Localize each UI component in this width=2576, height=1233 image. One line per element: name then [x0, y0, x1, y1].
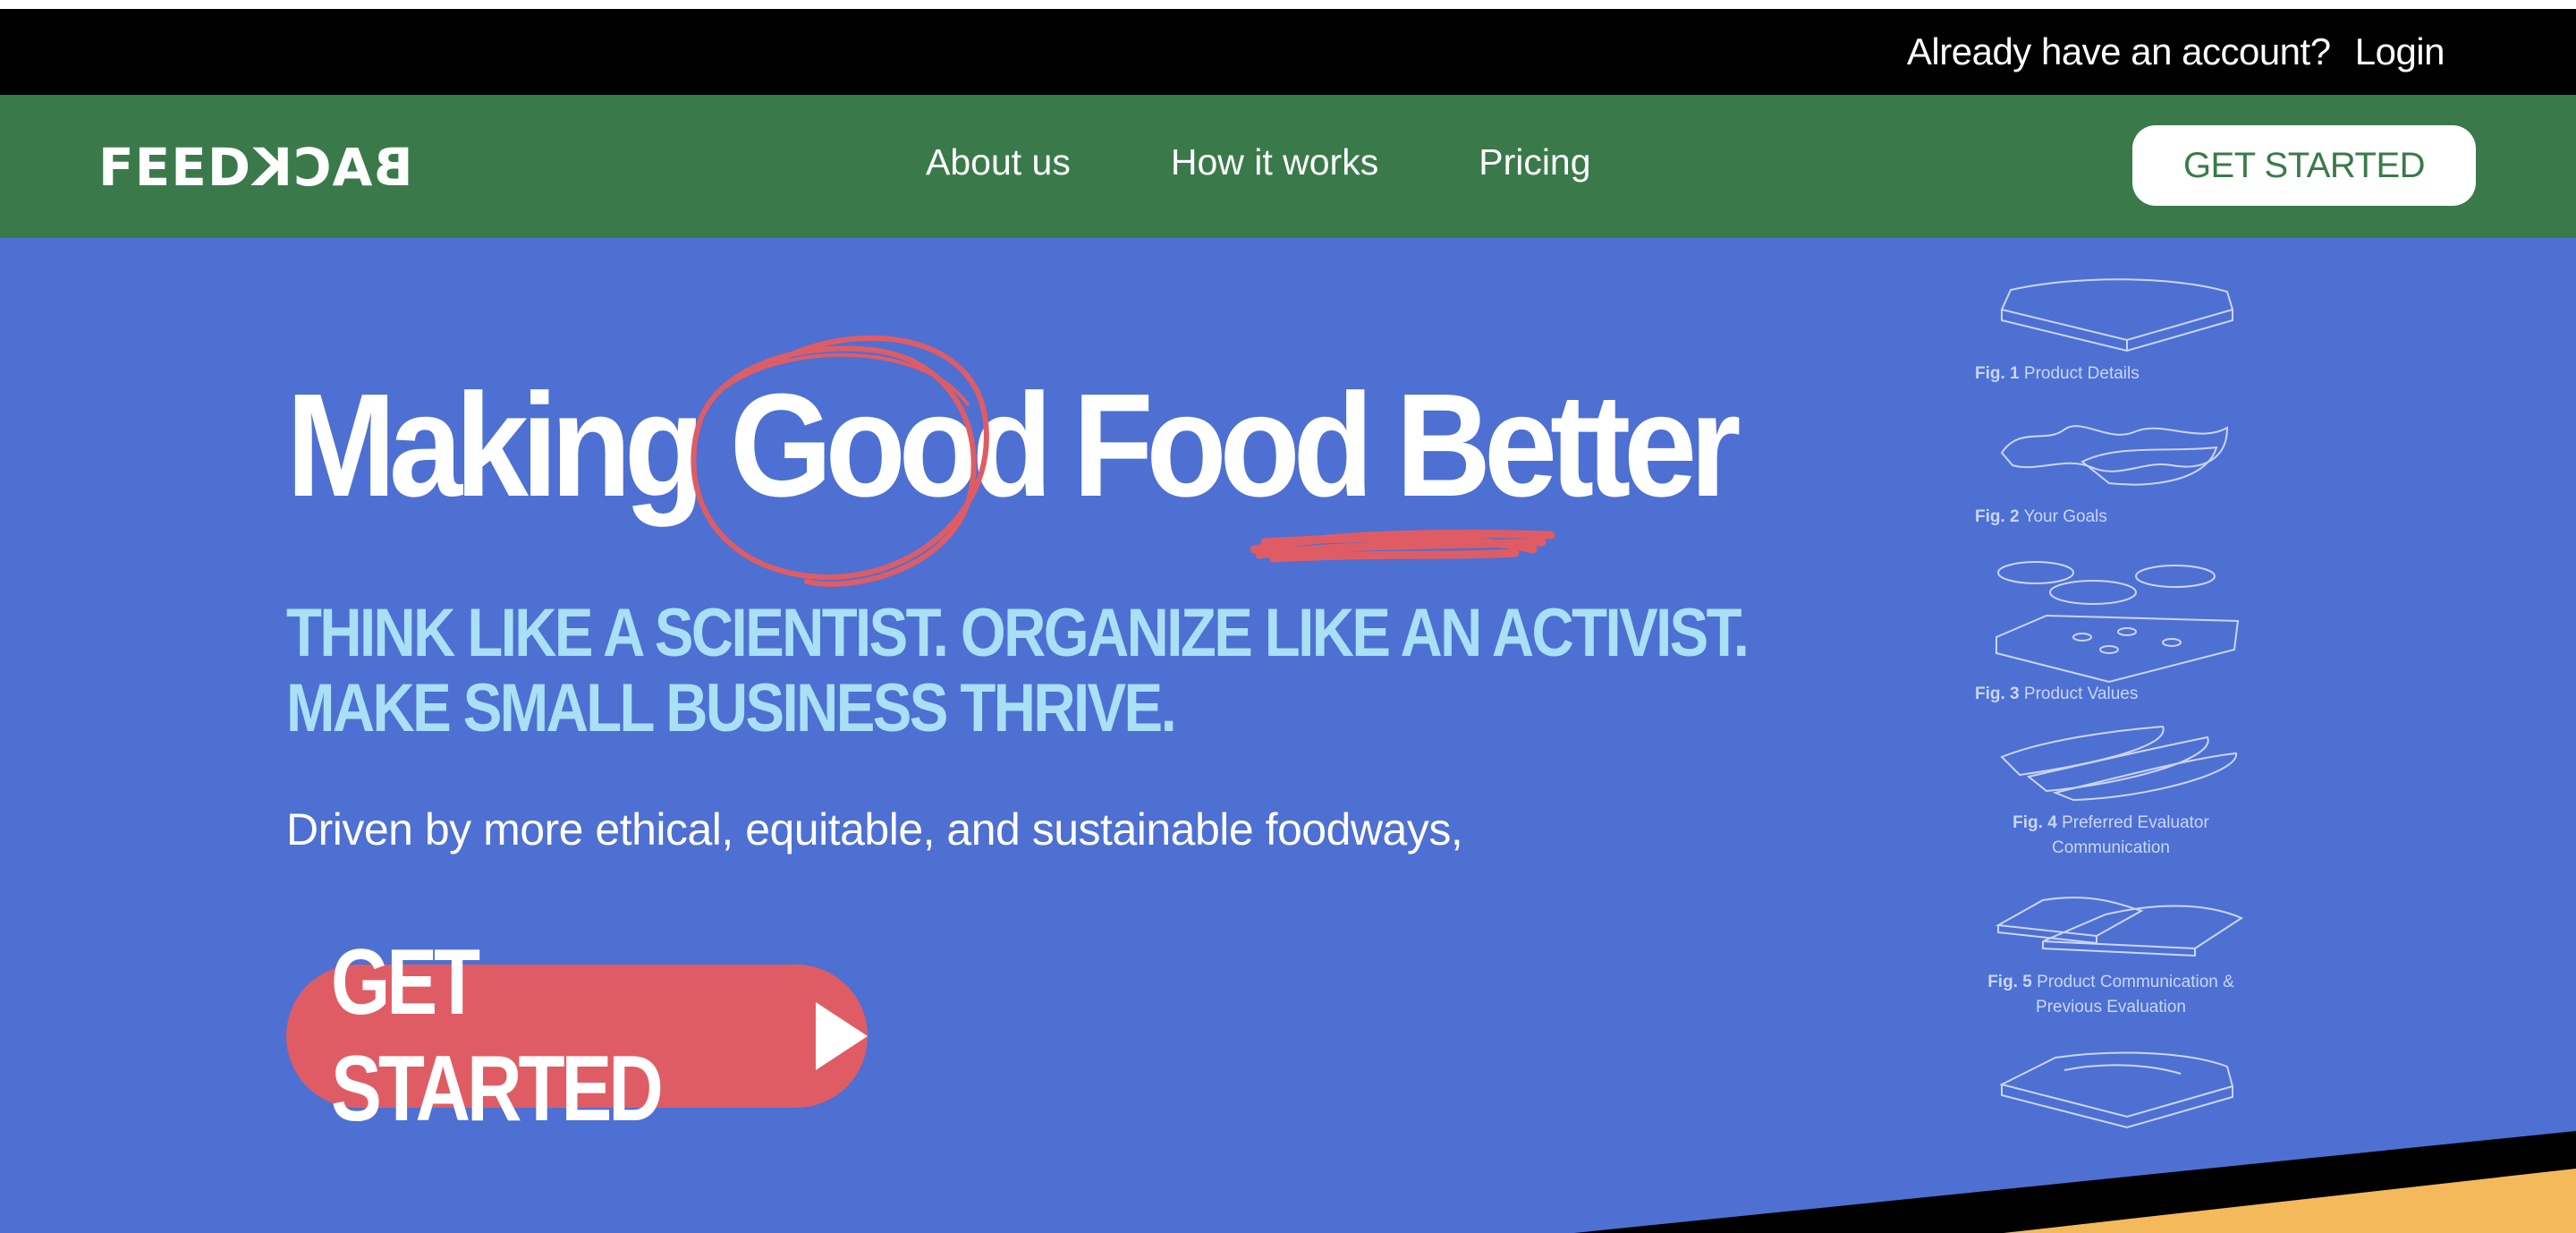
section-divider-slant [1574, 1131, 2576, 1233]
hero-section: Making Good Food Better THINK LIKE A SCIEN… [0, 238, 2576, 1233]
login-link[interactable]: Login [2355, 30, 2445, 73]
nav-get-started-button[interactable]: GET STARTED [2132, 125, 2476, 206]
logo-text-feed: FEED [98, 137, 252, 198]
feedback-logo[interactable]: FEEDBACK [98, 137, 413, 198]
main-nav: FEEDBACK About us How it works Pricing G… [0, 95, 2576, 238]
logo-text-back-mirrored: BACK [251, 137, 413, 198]
nav-link-pricing[interactable]: Pricing [1479, 141, 1590, 183]
account-bar: Already have an account? Login [0, 9, 2576, 95]
nav-link-about-us[interactable]: About us [926, 141, 1071, 183]
nav-link-how-it-works[interactable]: How it works [1171, 141, 1378, 183]
nav-links: About us How it works Pricing [926, 141, 1591, 183]
page: Already have an account? Login FEEDBACK … [0, 9, 2576, 1233]
account-question: Already have an account? [1906, 30, 2331, 72]
account-prompt: Already have an account? Login [1907, 30, 2445, 73]
